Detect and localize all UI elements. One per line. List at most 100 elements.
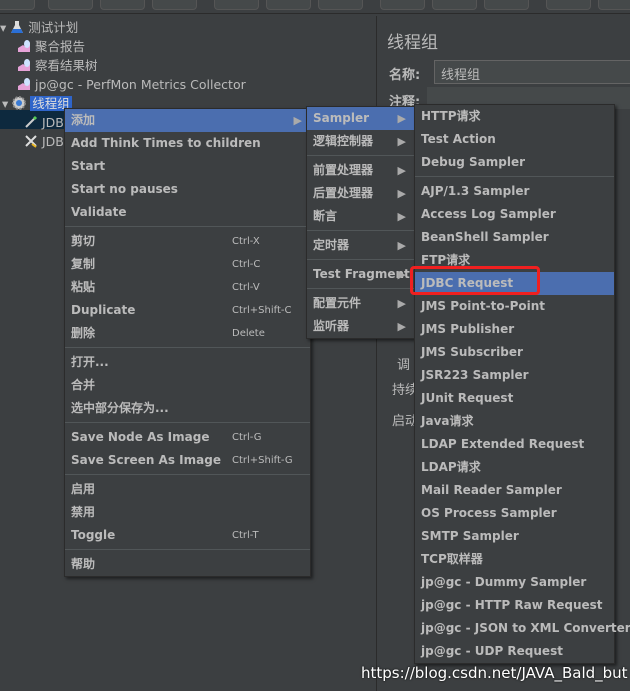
menu-item-jms-subscriber[interactable]: JMS Subscriber xyxy=(415,341,614,364)
menu-item-item[interactable]: 删除 Delete xyxy=(65,322,310,345)
menu-item-smtp-sampler[interactable]: SMTP Sampler xyxy=(415,525,614,548)
menu-item-jp-gc-http-raw-request[interactable]: jp@gc - HTTP Raw Request xyxy=(415,594,614,617)
menu-item-add-think-times-to-children[interactable]: Add Think Times to children xyxy=(65,132,310,155)
menu-item-jp-gc-udp-request[interactable]: jp@gc - UDP Request xyxy=(415,640,614,663)
expand-arrow-icon[interactable]: ▾ xyxy=(2,96,8,111)
menu-item-java[interactable]: Java请求 xyxy=(415,410,614,433)
menu-item-os-process-sampler[interactable]: OS Process Sampler xyxy=(415,502,614,525)
listener-chart-icon xyxy=(18,78,30,90)
menu-item-label: Java请求 xyxy=(421,414,474,428)
menu-item-item[interactable]: 禁用 xyxy=(65,501,310,524)
menu-item-item[interactable]: 剪切 Ctrl-X xyxy=(65,230,310,253)
menu-item-item[interactable]: 帮助 xyxy=(65,553,310,576)
tree-node-jdbc-config[interactable]: JDB xyxy=(24,132,64,151)
tree-node-thread-group[interactable]: ▾ 线程组 xyxy=(2,94,72,113)
menu-item-http[interactable]: HTTP请求 xyxy=(415,105,614,128)
name-label: 名称: xyxy=(389,68,421,83)
menu-item-item[interactable]: 后置处理器 ▶ xyxy=(307,182,414,205)
tree-node-aggregate-report[interactable]: 聚合报告 xyxy=(17,37,85,56)
name-input[interactable]: 线程组 xyxy=(434,60,630,84)
menu-item-label: Add Think Times to children xyxy=(71,136,261,150)
menu-item-label: 复制 xyxy=(71,257,96,271)
menu-item-item[interactable]: 粘贴 Ctrl-V xyxy=(65,276,310,299)
menu-item-debug-sampler[interactable]: Debug Sampler xyxy=(415,151,614,174)
toolbar-button[interactable] xyxy=(484,0,529,10)
menu-item-label: TCP取样器 xyxy=(421,552,483,566)
toolbar-button[interactable] xyxy=(48,0,93,10)
scheduler-label: 调 xyxy=(397,358,411,373)
toolbar-button[interactable] xyxy=(100,0,145,10)
menu-item-item[interactable]: 复制 Ctrl-C xyxy=(65,253,310,276)
menu-item-jms-publisher[interactable]: JMS Publisher xyxy=(415,318,614,341)
menu-item-ldap-extended-request[interactable]: LDAP Extended Request xyxy=(415,433,614,456)
menu-item-validate[interactable]: Validate xyxy=(65,201,310,224)
tree-node-view-results-tree[interactable]: 察看结果树 xyxy=(17,56,98,75)
expand-arrow-icon[interactable]: ▾ xyxy=(0,20,6,35)
menu-item-item[interactable]: 断言 ▶ xyxy=(307,205,414,228)
menu-item-save-node-as-image[interactable]: Save Node As Image Ctrl-G xyxy=(65,426,310,449)
menu-item-tcp[interactable]: TCP取样器 xyxy=(415,548,614,571)
toolbar-button[interactable] xyxy=(214,0,259,10)
menu-item-sampler[interactable]: Sampler ▶ xyxy=(307,107,414,130)
menu-item-item[interactable]: 监听器 ▶ xyxy=(307,315,414,338)
toolbar-button[interactable] xyxy=(380,0,425,10)
menu-item-label: JUnit Request xyxy=(421,391,514,405)
menu-item-label: 断言 xyxy=(313,209,338,223)
menu-item-label: 帮助 xyxy=(71,557,96,571)
toolbar-button[interactable] xyxy=(546,0,591,10)
toolbar-button[interactable] xyxy=(598,0,630,10)
menu-item-jms-point-to-point[interactable]: JMS Point-to-Point xyxy=(415,295,614,318)
tree-node-jdbc-request[interactable]: JDB xyxy=(24,113,64,132)
menu-item-item[interactable]: 前置处理器 ▶ xyxy=(307,159,414,182)
menu-item-label: 配置元件 xyxy=(313,296,362,310)
menu-item-ldap[interactable]: LDAP请求 xyxy=(415,456,614,479)
menu-item-item[interactable]: 逻辑控制器 ▶ xyxy=(307,130,414,153)
menu-item-toggle[interactable]: Toggle Ctrl-T xyxy=(65,524,310,547)
toolbar-button[interactable] xyxy=(432,0,477,10)
menu-item-junit-request[interactable]: JUnit Request xyxy=(415,387,614,410)
toolbar-button[interactable] xyxy=(0,0,35,10)
menu-item-item[interactable]: 合并 xyxy=(65,374,310,397)
tree-node-test-plan[interactable]: ▾ 测试计划 xyxy=(0,18,78,37)
menu-item-label: 粘贴 xyxy=(71,280,96,294)
submenu-arrow-icon: ▶ xyxy=(293,114,302,127)
listener-chart-icon xyxy=(18,59,30,71)
menu-item-ajp-1-3-sampler[interactable]: AJP/1.3 Sampler xyxy=(415,180,614,203)
menu-item-test-fragment[interactable]: Test Fragment ▶ xyxy=(307,263,414,286)
shortcut-label: Ctrl-C xyxy=(232,259,261,270)
menu-item-label: 添加 xyxy=(71,113,96,127)
menu-item-duplicate[interactable]: Duplicate Ctrl+Shift-C xyxy=(65,299,310,322)
toolbar-button[interactable] xyxy=(266,0,311,10)
submenu-arrow-icon: ▶ xyxy=(397,210,406,223)
menu-item-access-log-sampler[interactable]: Access Log Sampler xyxy=(415,203,614,226)
menu-item-jp-gc-json-to-xml-converter[interactable]: jp@gc - JSON to XML Converter xyxy=(415,617,630,640)
menu-item-beanshell-sampler[interactable]: BeanShell Sampler xyxy=(415,226,614,249)
menu-item-item[interactable]: 配置元件 ▶ xyxy=(307,292,414,315)
shortcut-label: Ctrl+Shift-C xyxy=(232,305,292,316)
menu-item-item[interactable]: 添加 ▶ xyxy=(65,109,310,132)
submenu-arrow-icon: ▶ xyxy=(397,112,406,125)
menu-item-item[interactable]: 定时器 ▶ xyxy=(307,234,414,257)
menu-item-item[interactable]: 启用 xyxy=(65,478,310,501)
menu-item-mail-reader-sampler[interactable]: Mail Reader Sampler xyxy=(415,479,614,502)
menu-item-item[interactable]: 选中部分保存为... xyxy=(65,397,310,420)
menu-item-jp-gc-dummy-sampler[interactable]: jp@gc - Dummy Sampler xyxy=(415,571,614,594)
menu-item-label: JMS Subscriber xyxy=(421,345,523,359)
menu-item-test-action[interactable]: Test Action xyxy=(415,128,614,151)
menu-item-label: jp@gc - UDP Request xyxy=(421,644,563,658)
menu-item-jsr223-sampler[interactable]: JSR223 Sampler xyxy=(415,364,614,387)
listener-chart-icon xyxy=(18,40,30,52)
toolbar-button[interactable] xyxy=(152,0,197,10)
menu-item-start-no-pauses[interactable]: Start no pauses xyxy=(65,178,310,201)
menu-item-save-screen-as-image[interactable]: Save Screen As Image Ctrl+Shift-G xyxy=(65,449,310,472)
menu-item-start[interactable]: Start xyxy=(65,155,310,178)
menu-item-item[interactable]: 打开... xyxy=(65,351,310,374)
toolbar xyxy=(0,0,630,14)
menu-item-label: 后置处理器 xyxy=(313,186,374,200)
menu-item-label: 监听器 xyxy=(313,319,350,333)
toolbar-button[interactable] xyxy=(318,0,363,10)
tree-node-perfmon[interactable]: jp@gc - PerfMon Metrics Collector xyxy=(17,75,246,94)
submenu-arrow-icon: ▶ xyxy=(397,239,406,252)
menu-item-label: FTP请求 xyxy=(421,253,471,267)
menu-item-label: Validate xyxy=(71,205,127,219)
